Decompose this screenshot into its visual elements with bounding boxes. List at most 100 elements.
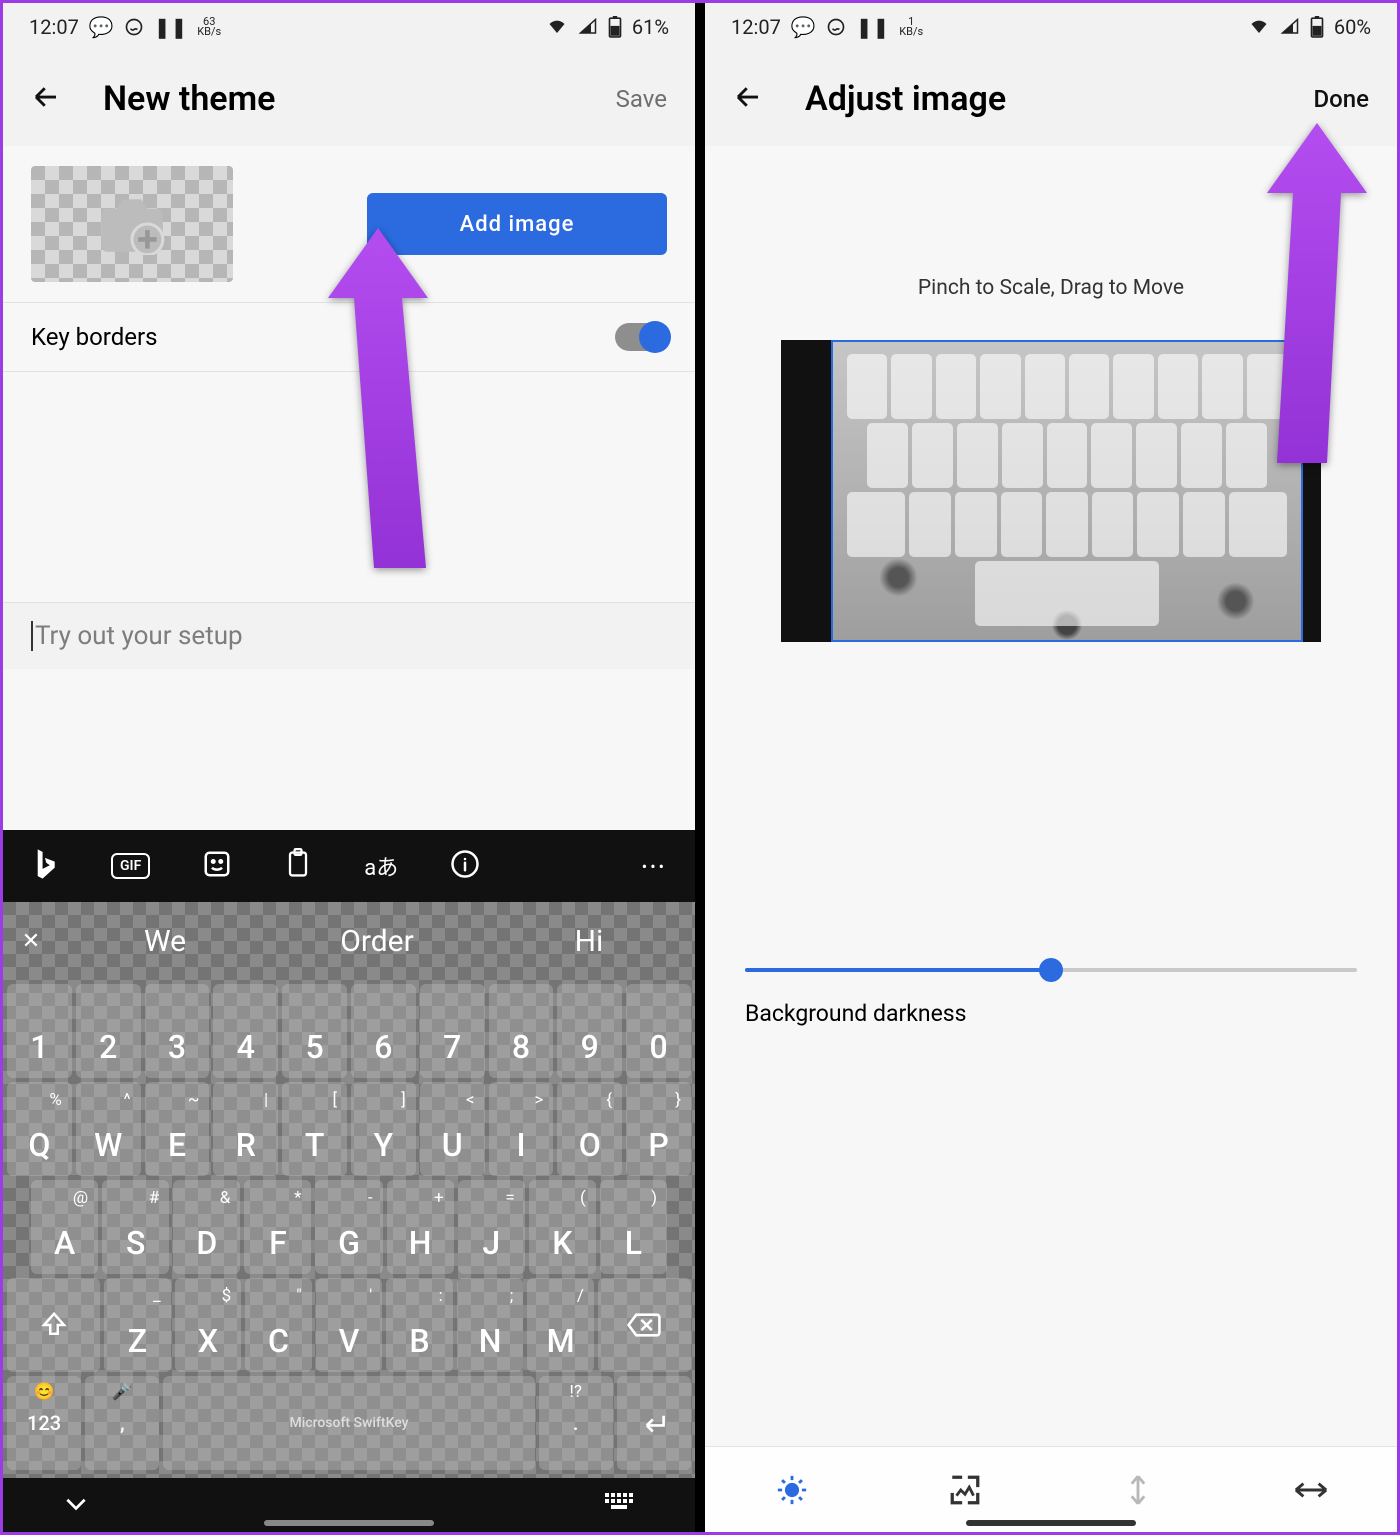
keyboard-switch-icon[interactable] [605, 1492, 635, 1518]
wifi-icon [546, 18, 568, 36]
translate-icon[interactable]: aあ [364, 850, 398, 882]
key-C[interactable]: C" [245, 1278, 312, 1372]
key-O[interactable]: O{ [557, 1082, 622, 1176]
page-title: Adjust image [805, 79, 1006, 119]
enter-key[interactable] [617, 1376, 691, 1470]
page-title: New theme [103, 79, 275, 119]
slider-label: Background darkness [745, 1000, 1357, 1027]
key-J[interactable]: J= [458, 1180, 525, 1274]
key-2[interactable]: 2 [76, 984, 141, 1078]
comma-key[interactable]: ,🎤 [85, 1376, 159, 1470]
status-time: 12:07 [29, 15, 79, 39]
network-rate: 63 KB/s [197, 17, 221, 37]
key-E[interactable]: E~ [145, 1082, 210, 1176]
key-Q[interactable]: Q% [7, 1082, 72, 1176]
key-4[interactable]: 4 [213, 984, 278, 1078]
save-button[interactable]: Save [616, 85, 667, 113]
key-M[interactable]: M/ [527, 1278, 594, 1372]
suggestion-1[interactable]: We [59, 924, 271, 959]
status-bar: 12:07 💬 ❚❚ 1 KB/s 60% [705, 3, 1397, 51]
period-key[interactable]: .!? [539, 1376, 613, 1470]
more-icon[interactable]: ••• [642, 857, 667, 876]
nav-chevron-down-icon[interactable] [63, 1494, 89, 1516]
add-image-button[interactable]: Add image [367, 193, 667, 255]
clipboard-icon[interactable] [284, 848, 312, 884]
key-G[interactable]: G- [315, 1180, 382, 1274]
tab-horizontal[interactable] [1224, 1447, 1397, 1532]
right-screenshot: 12:07 💬 ❚❚ 1 KB/s 60% [705, 3, 1397, 1532]
app-bar: New theme Save [3, 51, 695, 146]
key-6[interactable]: 6 [351, 984, 416, 1078]
key-X[interactable]: X$ [175, 1278, 242, 1372]
key-D[interactable]: D& [173, 1180, 240, 1274]
back-icon[interactable] [31, 82, 61, 116]
bing-icon[interactable] [31, 847, 59, 885]
battery-percent: 61% [632, 15, 669, 39]
key-P[interactable]: P} [626, 1082, 691, 1176]
sticker-icon[interactable] [202, 849, 232, 883]
signal-icon [1280, 18, 1300, 36]
shift-key[interactable] [7, 1278, 100, 1372]
key-V[interactable]: V' [316, 1278, 383, 1372]
key-0[interactable]: 0 [626, 984, 691, 1078]
key-3[interactable]: 3 [145, 984, 210, 1078]
suggestion-close-icon[interactable]: ✕ [3, 929, 59, 954]
suggestion-2[interactable]: Order [271, 924, 483, 959]
darkness-slider[interactable] [745, 968, 1357, 972]
key-I[interactable]: I> [489, 1082, 554, 1176]
key-L[interactable]: L) [600, 1180, 667, 1274]
screenshot-divider [695, 3, 705, 1532]
try-input[interactable]: Try out your setup [3, 602, 695, 669]
key-borders-label: Key borders [31, 323, 158, 351]
key-S[interactable]: S# [102, 1180, 169, 1274]
key-B[interactable]: B: [386, 1278, 453, 1372]
key-borders-toggle[interactable] [615, 323, 667, 351]
key-W[interactable]: W^ [76, 1082, 141, 1176]
pause-icon: ❚❚ [154, 15, 188, 39]
add-image-row: Add image [3, 146, 695, 303]
suggestion-3[interactable]: Hi [483, 924, 695, 959]
camera-plus-icon [31, 166, 233, 282]
key-U[interactable]: U< [420, 1082, 485, 1176]
info-icon[interactable] [450, 849, 480, 883]
key-T[interactable]: T[ [282, 1082, 347, 1176]
key-F[interactable]: F* [244, 1180, 311, 1274]
whatsapp-icon [826, 17, 846, 37]
status-time: 12:07 [731, 15, 781, 39]
instruction-text: Pinch to Scale, Drag to Move [705, 276, 1397, 300]
signal-icon [578, 18, 598, 36]
key-N[interactable]: N; [457, 1278, 524, 1372]
key-1[interactable]: 1 [7, 984, 72, 1078]
app-bar: Adjust image Done [705, 51, 1397, 146]
keyboard: GIF aあ ••• ✕ We Order Hi 1234 [3, 830, 695, 1532]
tab-brightness[interactable] [705, 1447, 878, 1532]
image-preview[interactable] [781, 340, 1321, 642]
chat-icon: 💬 [89, 15, 114, 39]
pause-icon: ❚❚ [856, 15, 890, 39]
nav-pill [264, 1520, 434, 1526]
key-Z[interactable]: Z_ [104, 1278, 171, 1372]
key-H[interactable]: H+ [387, 1180, 454, 1274]
key-Y[interactable]: Y] [351, 1082, 416, 1176]
gif-icon[interactable]: GIF [111, 853, 150, 879]
wifi-icon [1248, 18, 1270, 36]
whatsapp-icon [124, 17, 144, 37]
theme-thumbnail[interactable] [31, 166, 233, 282]
battery-icon [608, 16, 622, 38]
numbers-key[interactable]: 123😊 [7, 1376, 81, 1470]
status-bar: 12:07 💬 ❚❚ 63 KB/s [3, 3, 695, 51]
key-K[interactable]: K( [529, 1180, 596, 1274]
backspace-key[interactable] [598, 1278, 691, 1372]
chat-icon: 💬 [791, 15, 816, 39]
back-icon[interactable] [733, 82, 763, 116]
key-borders-row: Key borders [3, 303, 695, 372]
space-key[interactable]: Microsoft SwiftKey [163, 1376, 534, 1470]
key-A[interactable]: A@ [31, 1180, 98, 1274]
key-R[interactable]: R| [213, 1082, 278, 1176]
key-7[interactable]: 7 [420, 984, 485, 1078]
done-button[interactable]: Done [1314, 85, 1370, 113]
key-8[interactable]: 8 [489, 984, 554, 1078]
key-5[interactable]: 5 [282, 984, 347, 1078]
key-9[interactable]: 9 [557, 984, 622, 1078]
left-screenshot: 12:07 💬 ❚❚ 63 KB/s [3, 3, 695, 1532]
